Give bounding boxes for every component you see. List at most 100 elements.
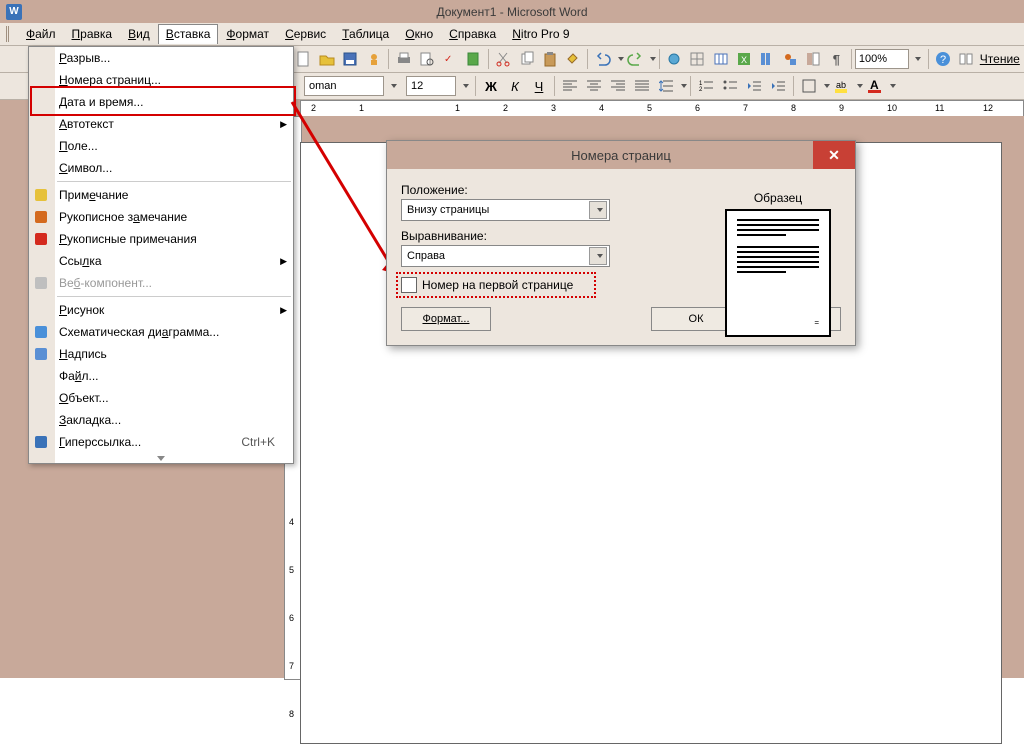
underline-icon[interactable]: Ч <box>528 75 550 97</box>
open-icon[interactable] <box>317 48 338 70</box>
borders-icon[interactable] <box>798 75 820 97</box>
redo-dd-icon[interactable] <box>650 57 656 61</box>
menuitem[interactable]: Символ... <box>29 157 293 179</box>
docmap-icon[interactable] <box>803 48 824 70</box>
sample-preview: = <box>725 209 831 337</box>
align-left-icon[interactable] <box>559 75 581 97</box>
copy-icon[interactable] <box>516 48 537 70</box>
columns-icon[interactable] <box>756 48 777 70</box>
firstpage-checkbox[interactable] <box>401 277 417 293</box>
undo-icon[interactable] <box>592 48 613 70</box>
zoom-dd-icon[interactable] <box>910 48 923 70</box>
align-center-icon[interactable] <box>583 75 605 97</box>
line-spacing-icon[interactable] <box>655 75 677 97</box>
excel-icon[interactable]: X <box>733 48 754 70</box>
format-painter-icon[interactable] <box>562 48 583 70</box>
app-icon: W <box>6 4 22 20</box>
align-right-icon[interactable] <box>607 75 629 97</box>
font-dd-icon[interactable] <box>385 75 399 97</box>
show-formatting-icon[interactable]: ¶ <box>826 48 847 70</box>
font-combo[interactable]: oman <box>304 76 384 96</box>
decrease-indent-icon[interactable] <box>743 75 765 97</box>
menuitem[interactable]: Гиперссылка...Ctrl+K <box>29 431 293 453</box>
align-select[interactable]: Справа <box>401 245 610 267</box>
svg-text:X: X <box>741 55 747 65</box>
position-value: Внизу страницы <box>407 204 489 216</box>
menu-формат[interactable]: Формат <box>218 24 277 44</box>
menuitem[interactable]: Схематическая диаграмма... <box>29 321 293 343</box>
menubar: ФайлПравкаВидВставкаФорматСервисТаблицаО… <box>0 23 1024 46</box>
borders-dd-icon[interactable] <box>824 84 830 88</box>
new-file-icon[interactable] <box>294 48 315 70</box>
menuitem[interactable]: Объект... <box>29 387 293 409</box>
menu-nitro pro 9[interactable]: Nitro Pro 9 <box>504 24 577 44</box>
menuitem[interactable]: Закладка... <box>29 409 293 431</box>
menuitem[interactable]: Примечание <box>29 184 293 206</box>
svg-text:2: 2 <box>699 87 703 92</box>
print-icon[interactable] <box>393 48 414 70</box>
redo-icon[interactable] <box>625 48 646 70</box>
zoom-combo[interactable]: 100% <box>855 49 909 69</box>
titlebar: W Документ1 - Microsoft Word <box>0 0 1024 23</box>
menuitem[interactable]: Рукописное замечание <box>29 206 293 228</box>
chevron-down-icon[interactable] <box>589 201 607 219</box>
menuitem: Веб-компонент... <box>29 272 293 294</box>
menu-таблица[interactable]: Таблица <box>334 24 397 44</box>
highlight-icon[interactable]: ab <box>831 75 853 97</box>
position-select[interactable]: Внизу страницы <box>401 199 610 221</box>
close-icon[interactable]: ✕ <box>813 141 855 169</box>
chevron-down-icon[interactable] <box>589 247 607 265</box>
menuitem[interactable]: Разрыв... <box>29 47 293 69</box>
grip-handle <box>6 26 15 42</box>
menuitem[interactable]: Рисунок▶ <box>29 299 293 321</box>
menuitem[interactable]: Рукописные примечания <box>29 228 293 250</box>
align-justify-icon[interactable] <box>631 75 653 97</box>
tables-borders-icon[interactable] <box>687 48 708 70</box>
menuitem[interactable]: Надпись <box>29 343 293 365</box>
drawing-icon[interactable] <box>779 48 800 70</box>
dialog-title: Номера страниц <box>571 148 671 163</box>
menu-правка[interactable]: Правка <box>64 24 121 44</box>
format-button[interactable]: Формат... <box>401 307 491 331</box>
permission-icon[interactable] <box>363 48 384 70</box>
paste-icon[interactable] <box>539 48 560 70</box>
read-label[interactable]: Чтение <box>980 52 1020 66</box>
increase-indent-icon[interactable] <box>767 75 789 97</box>
menuitem[interactable]: Автотекст▶ <box>29 113 293 135</box>
help-icon[interactable]: ? <box>932 48 953 70</box>
menuitem[interactable]: Ссылка▶ <box>29 250 293 272</box>
fc-dd-icon[interactable] <box>890 84 896 88</box>
align-label: Выравнивание: <box>401 229 621 243</box>
spellcheck-icon[interactable]: ✓ <box>440 48 461 70</box>
undo-dd-icon[interactable] <box>618 57 624 61</box>
bullets-icon[interactable] <box>719 75 741 97</box>
size-dd-icon[interactable] <box>457 75 471 97</box>
menu-вид[interactable]: Вид <box>120 24 158 44</box>
size-combo[interactable]: 12 <box>406 76 456 96</box>
menuitem[interactable]: Файл... <box>29 365 293 387</box>
align-value: Справа <box>407 250 445 262</box>
italic-icon[interactable]: К <box>504 75 526 97</box>
menuitem[interactable]: Дата и время... <box>29 91 293 113</box>
research-icon[interactable] <box>463 48 484 70</box>
dialog-titlebar[interactable]: Номера страниц ✕ <box>387 141 855 169</box>
hl-dd-icon[interactable] <box>857 84 863 88</box>
read-mode-icon[interactable] <box>956 48 977 70</box>
save-icon[interactable] <box>340 48 361 70</box>
font-color-icon[interactable]: A <box>864 75 886 97</box>
menu-файл[interactable]: Файл <box>18 24 64 44</box>
menu-окно[interactable]: Окно <box>397 24 441 44</box>
menuitem[interactable]: Номера страниц... <box>29 69 293 91</box>
numbering-icon[interactable]: 12 <box>695 75 717 97</box>
spacing-dd-icon[interactable] <box>681 84 687 88</box>
menu-вставка[interactable]: Вставка <box>158 24 219 44</box>
menu-сервис[interactable]: Сервис <box>277 24 334 44</box>
cut-icon[interactable] <box>493 48 514 70</box>
menuitem[interactable]: Поле... <box>29 135 293 157</box>
bold-icon[interactable]: Ж <box>480 75 502 97</box>
insert-table-icon[interactable] <box>710 48 731 70</box>
print-preview-icon[interactable] <box>416 48 437 70</box>
menu-справка[interactable]: Справка <box>441 24 504 44</box>
hyperlink-icon[interactable] <box>664 48 685 70</box>
position-label: Положение: <box>401 183 621 197</box>
